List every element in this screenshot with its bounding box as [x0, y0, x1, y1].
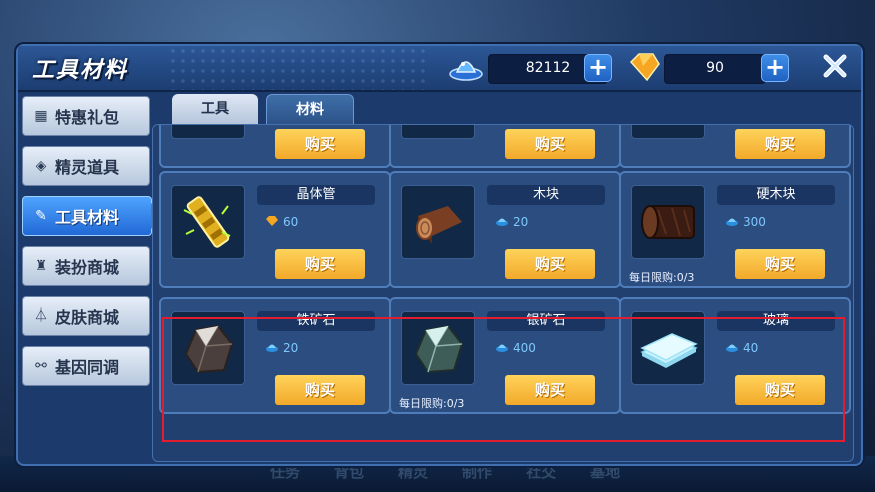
item-icon-box [631, 311, 705, 385]
buy-button[interactable]: 购买 [735, 129, 825, 159]
dna-icon: ⚯ [35, 358, 47, 374]
buy-button[interactable]: 购买 [275, 375, 365, 405]
cube-icon: ◈ [35, 158, 47, 174]
item-card: 晶体管 60 购买 [159, 171, 391, 288]
header-pattern [168, 46, 428, 90]
buy-button[interactable]: 购买 [505, 249, 595, 279]
item-card: 硬木块 300 每日限购:0/3 购买 [619, 171, 851, 288]
item-icon-box [171, 125, 245, 139]
crystal-price-icon [266, 216, 278, 226]
item-price: 20 [513, 215, 529, 229]
iron-ore-icon [184, 324, 234, 374]
tab-tools[interactable]: 工具 [172, 94, 258, 124]
item-name: 铁矿石 [257, 311, 375, 331]
panel-header: 工具材料 82112 + 90 + [18, 46, 861, 92]
add-gem-button[interactable]: + [584, 54, 612, 82]
category-sidebar: ▦ 特惠礼包 ◈ 精灵道具 ✎ 工具材料 ♜ 装扮商城 ⏃ 皮肤商城 ⚯ 基因同… [22, 96, 165, 396]
sidebar-item-pet-items[interactable]: ◈ 精灵道具 [22, 146, 150, 186]
sidebar-item-label: 特惠礼包 [55, 108, 120, 127]
item-icon-box [401, 311, 475, 385]
buy-button[interactable]: 购买 [275, 249, 365, 279]
close-icon[interactable] [821, 52, 849, 80]
item-price: 40 [743, 341, 759, 355]
item-icon-box [401, 185, 475, 259]
item-icon-box [631, 185, 705, 259]
item-icon-box [171, 185, 245, 259]
gem-price-icon [726, 344, 738, 352]
item-name: 玻璃 [717, 311, 835, 331]
item-price: 20 [283, 341, 299, 355]
gem-price-icon [496, 344, 508, 352]
gem-price-icon [726, 218, 738, 226]
tab-materials[interactable]: 材料 [266, 94, 354, 125]
gift-icon: ▦ [34, 108, 48, 124]
item-price: 300 [743, 215, 766, 229]
item-card: 铁矿石 20 购买 [159, 297, 391, 414]
item-price: 60 [283, 215, 299, 229]
gem-currency-icon [449, 61, 483, 81]
daily-limit: 每日限购:0/3 [399, 397, 465, 410]
sidebar-item-gift-packs[interactable]: ▦ 特惠礼包 [22, 96, 150, 136]
gem-price-icon [496, 218, 508, 226]
shop-tabs: 工具 材料 [172, 94, 354, 125]
sidebar-item-label: 精灵道具 [55, 158, 120, 177]
sidebar-item-skin-store[interactable]: ⏃ 皮肤商城 [22, 296, 150, 336]
item-name: 硬木块 [717, 185, 835, 205]
item-name: 晶体管 [257, 185, 375, 205]
crystal-currency-icon [629, 53, 660, 82]
buy-button[interactable]: 购买 [505, 375, 595, 405]
wrench-icon: ✎ [35, 208, 47, 224]
gem-price-icon [266, 344, 278, 352]
daily-limit: 每日限购:0/3 [629, 271, 695, 284]
buy-button[interactable]: 购买 [735, 249, 825, 279]
item-name: 木块 [487, 185, 605, 205]
crystal-currency-display: 90 [664, 54, 766, 84]
item-card: 玻璃 40 购买 [619, 297, 851, 414]
transistor-icon [183, 196, 231, 248]
buy-button[interactable]: 购买 [505, 129, 595, 159]
item-grid[interactable]: 购买 购买 购买 晶体管 60 购买 木块 20 购买 硬木块 300 每日限购… [152, 124, 854, 462]
sidebar-item-label: 工具材料 [55, 208, 120, 227]
sidebar-item-label: 装扮商城 [55, 258, 120, 277]
sidebar-item-label: 基因同调 [55, 358, 120, 377]
item-card-hidden: 购买 [619, 125, 851, 168]
item-icon-box [171, 311, 245, 385]
sidebar-item-label: 皮肤商城 [55, 308, 120, 327]
item-card: 木块 20 购买 [389, 171, 621, 288]
shirt-icon: ♜ [34, 258, 48, 274]
page-title: 工具材料 [32, 58, 129, 83]
item-price: 400 [513, 341, 536, 355]
item-card: 银矿石 400 每日限购:0/3 购买 [389, 297, 621, 414]
crystal-amount: 90 [706, 60, 724, 76]
item-icon-box [631, 125, 705, 139]
item-card-hidden: 购买 [159, 125, 391, 168]
buy-button[interactable]: 购买 [735, 375, 825, 405]
add-crystal-button[interactable]: + [761, 54, 789, 82]
shop-panel: 工具材料 82112 + 90 + ▦ 特惠礼包 ◈ 精灵道具 ✎ 工具材料 ♜… [16, 44, 863, 466]
item-card-hidden: 购买 [389, 125, 621, 168]
item-icon-box [401, 125, 475, 139]
glass-icon [640, 333, 698, 368]
item-name: 银矿石 [487, 311, 605, 331]
hardwood-block-icon [641, 205, 695, 239]
sidebar-item-tools-materials[interactable]: ✎ 工具材料 [22, 196, 165, 236]
sidebar-item-outfit-store[interactable]: ♜ 装扮商城 [22, 246, 150, 286]
wood-block-icon [416, 206, 462, 244]
buy-button[interactable]: 购买 [275, 129, 365, 159]
silver-ore-icon [414, 324, 464, 374]
hanger-icon: ⏃ [34, 308, 48, 324]
sidebar-item-gene-sync[interactable]: ⚯ 基因同调 [22, 346, 150, 386]
